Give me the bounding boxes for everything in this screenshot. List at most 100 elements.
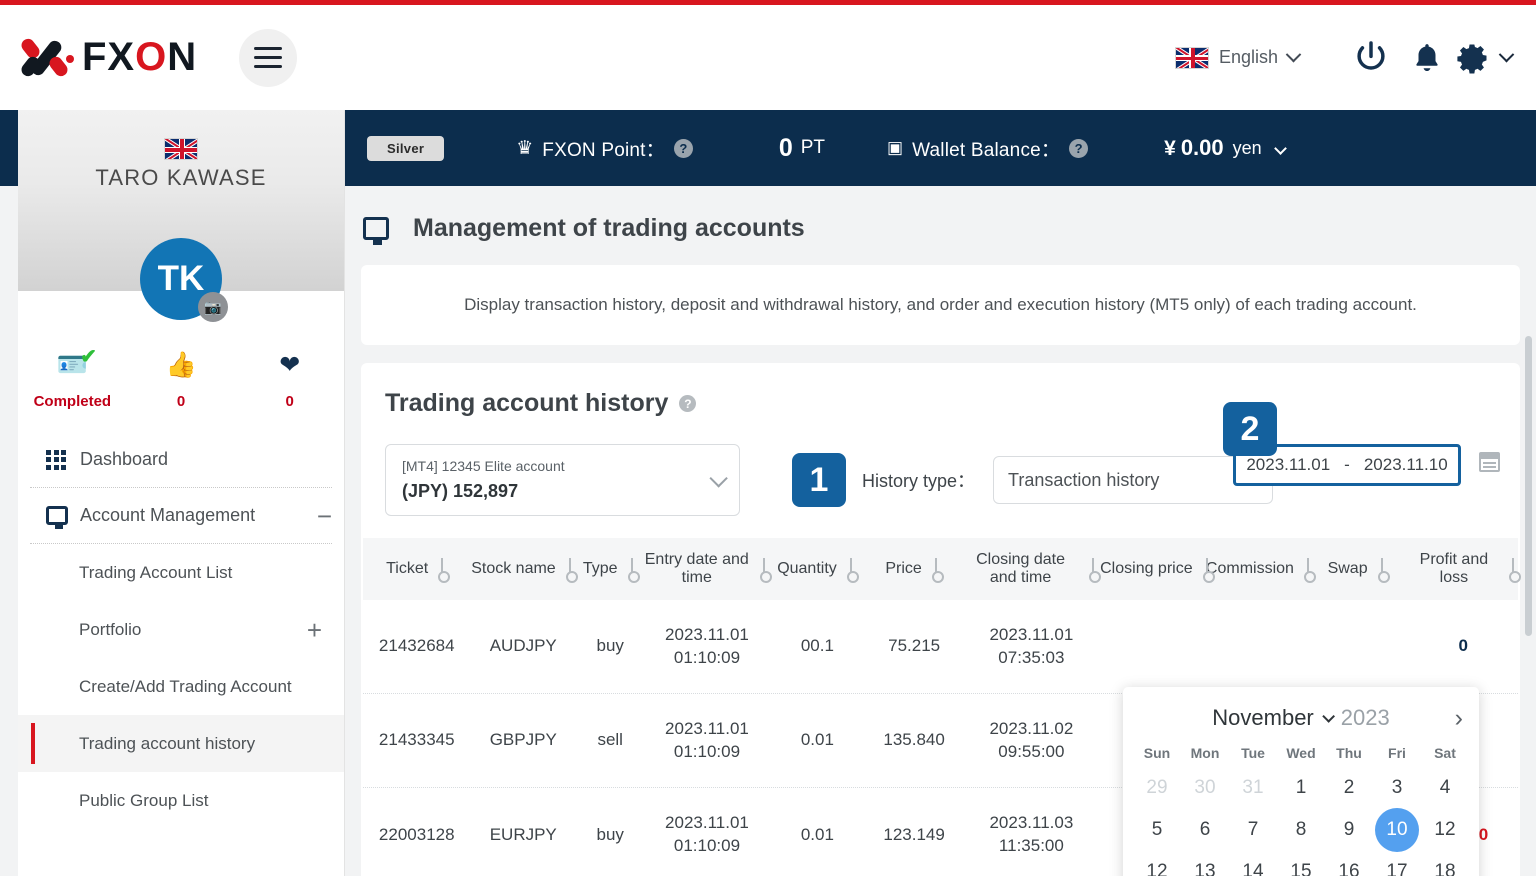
col-header-entry-date[interactable]: Entry date and time (644, 551, 772, 588)
uk-flag-icon (1174, 46, 1209, 69)
col-header-closing-date[interactable]: Closing date and time (962, 551, 1102, 588)
sidebar-item-create-add-trading-account[interactable]: Create/Add Trading Account (18, 658, 344, 715)
cell-quantity: 00.1 (800, 636, 834, 656)
sort-icon[interactable] (846, 558, 859, 583)
weekday-label: Sat (1434, 745, 1456, 761)
sidebar-item-account-management[interactable]: Account Management − (18, 488, 344, 543)
sidebar-item-public-group-list[interactable]: Public Group List (18, 772, 344, 829)
cell-closing-date: 2023.11.02 09:55:00 (989, 718, 1074, 761)
col-header-closing-price[interactable]: Closing price (1098, 558, 1215, 583)
sort-icon[interactable] (565, 558, 578, 583)
calendar-day-cell[interactable]: 10 (1373, 809, 1421, 851)
step-2-badge: 2 (1223, 402, 1277, 456)
calendar-day-cell[interactable]: 16 (1325, 851, 1373, 876)
fxon-logo[interactable]: FXON (18, 34, 197, 82)
sidebar-item-portfolio[interactable]: Portfolio + (18, 601, 344, 658)
sort-icon[interactable] (437, 558, 451, 583)
calendar-day-cell[interactable]: 9 (1325, 809, 1373, 851)
cell-quantity: 0.01 (800, 730, 834, 750)
expand-plus-icon[interactable]: + (307, 617, 322, 643)
sidebar-item-label: Create/Add Trading Account (79, 676, 292, 696)
power-button[interactable] (1343, 30, 1399, 86)
calendar-day-cell[interactable]: 14 (1229, 851, 1277, 876)
calendar-month[interactable]: November (1212, 705, 1313, 731)
fxon-point-help-icon[interactable]: ? (673, 138, 693, 158)
calendar-day-cell[interactable]: 30 (1181, 767, 1229, 809)
calendar-day-cell[interactable]: 1 (1277, 767, 1325, 809)
cell-ticket: 21433345 (378, 730, 455, 750)
calendar-day-cell[interactable]: 4 (1421, 767, 1469, 809)
col-header-swap[interactable]: Swap (1305, 558, 1408, 583)
col-label: Commission (1205, 559, 1294, 577)
calendar-day-cell[interactable]: 29 (1133, 767, 1181, 809)
chevron-right-icon[interactable]: › (1455, 705, 1463, 731)
stat-favorites-label: 0 (285, 393, 294, 410)
hamburger-menu-button[interactable] (239, 28, 298, 87)
wallet-chevron-down-icon[interactable] (1273, 141, 1287, 155)
calendar-day-cell[interactable]: 13 (1181, 851, 1229, 876)
calendar-day-cell[interactable]: 6 (1181, 809, 1229, 851)
collapse-toggle-icon[interactable]: − (317, 503, 332, 529)
calendar-day-cell[interactable]: 31 (1229, 767, 1277, 809)
table-row[interactable]: 21432684 AUDJPY buy 2023.11.01 01:10:09 0… (363, 600, 1518, 694)
tier-badge: Silver (367, 135, 445, 161)
calendar-header: November 2023 › (1133, 701, 1469, 735)
trading-account-select[interactable]: [MT4] 12345 Elite account (JPY) 152,897 (385, 444, 740, 516)
notifications-button[interactable] (1399, 30, 1455, 86)
sidebar-item-trading-account-history[interactable]: Trading account history (18, 715, 344, 772)
settings-button[interactable] (1455, 40, 1515, 76)
sidebar-item-trading-account-list[interactable]: Trading Account List (18, 544, 344, 601)
calendar-icon[interactable] (1479, 452, 1500, 472)
sort-icon[interactable] (1377, 558, 1390, 583)
stat-verification-label: Completed (33, 393, 112, 410)
id-card-verified-icon: 🪪 ✔ (56, 346, 97, 379)
date-range-group: 2 2023.11.01 - 2023.11.10 (1223, 402, 1500, 486)
vertical-scrollbar[interactable] (1525, 336, 1532, 636)
avatar[interactable]: TK 📷 (140, 238, 228, 322)
wallet-balance-help-icon[interactable]: ? (1069, 138, 1089, 158)
camera-upload-icon[interactable]: 📷 (198, 292, 228, 322)
calendar-day-cell[interactable]: 7 (1229, 809, 1277, 851)
calendar-day-cell[interactable]: 8 (1277, 809, 1325, 851)
calendar-day-cell[interactable]: 5 (1133, 809, 1181, 851)
cell-type: buy (596, 824, 624, 844)
col-header-price[interactable]: Price (864, 558, 962, 583)
stat-likes-label: 0 (176, 393, 186, 410)
sort-icon[interactable] (931, 558, 944, 583)
sidebar-item-dashboard[interactable]: Dashboard (18, 432, 344, 487)
col-header-quantity[interactable]: Quantity (769, 558, 865, 583)
cell-closing-date: 2023.11.03 11:35:00 (989, 813, 1074, 855)
cell-price: 135.840 (883, 730, 945, 750)
calendar-day-cell[interactable]: 17 (1373, 851, 1421, 876)
sort-icon[interactable] (1303, 558, 1316, 583)
sort-icon[interactable] (1088, 558, 1102, 583)
calendar-day-cell[interactable]: 12 (1133, 851, 1181, 876)
sidebar-item-label: Portfolio (79, 619, 142, 639)
history-type-select[interactable]: Transaction history (993, 456, 1274, 504)
date-picker-popup[interactable]: November 2023 › Sun Mon Tue Wed Thu Fri … (1123, 687, 1479, 876)
col-header-stock-name[interactable]: Stock name (470, 558, 578, 583)
language-selector[interactable]: English (1174, 46, 1302, 69)
calendar-day-cell[interactable]: 18 (1421, 851, 1469, 876)
calendar-day-cell[interactable]: 12 (1421, 809, 1469, 851)
calendar-year[interactable]: 2023 (1341, 705, 1390, 731)
sort-icon[interactable] (1508, 558, 1521, 583)
col-header-commission[interactable]: Commission (1206, 558, 1316, 583)
crown-icon: ♛ (516, 137, 534, 159)
calendar-day-cell[interactable]: 15 (1277, 851, 1325, 876)
sort-icon[interactable] (627, 558, 640, 583)
thumbs-up-icon: 👍 (165, 351, 197, 379)
calendar-day-cell[interactable]: 2 (1325, 767, 1373, 809)
wallet-currency-unit: yen (1232, 137, 1262, 158)
col-header-profit-loss[interactable]: Profit and loss (1409, 551, 1521, 588)
calendar-day-cell[interactable]: 3 (1373, 767, 1421, 809)
monitor-icon (46, 506, 80, 529)
panel-help-icon[interactable]: ? (679, 395, 697, 412)
col-header-ticket[interactable]: Ticket (363, 558, 470, 583)
chevron-down-icon[interactable] (1322, 709, 1335, 723)
language-label: English (1218, 47, 1278, 67)
cell-ticket: 22003128 (378, 824, 455, 844)
col-header-type[interactable]: Type (576, 558, 644, 583)
sort-icon[interactable] (759, 558, 772, 583)
sort-icon[interactable] (1202, 558, 1215, 583)
